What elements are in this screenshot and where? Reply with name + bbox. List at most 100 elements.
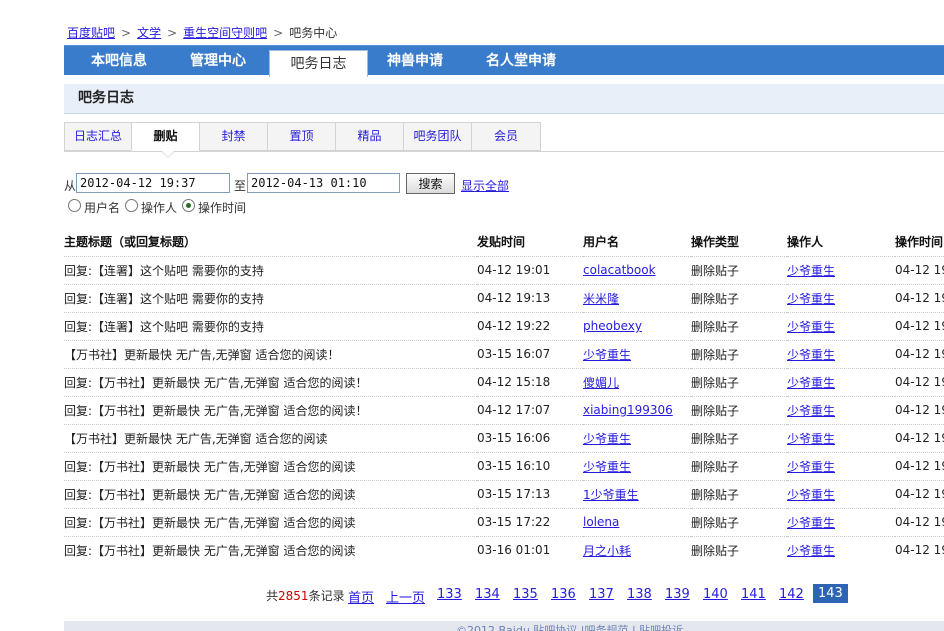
table-body: 回复:【连署】这个贴吧 需要你的支持 04-12 19:01 colacatbook… (64, 255, 944, 564)
page-link[interactable]: 136 (551, 587, 576, 602)
page-link[interactable]: 140 (703, 587, 728, 602)
row-username-link[interactable]: pheobexy (583, 319, 642, 333)
row-operator-link[interactable]: 少爷重生 (787, 488, 835, 502)
row-operation-time: 04-12 19 (895, 255, 944, 284)
row-username-link[interactable]: 米米隆 (583, 292, 619, 306)
row-operation-time: 04-12 19 (895, 367, 944, 396)
row-username-link[interactable]: lolena (583, 515, 619, 529)
row-action-type: 删除贴子 (691, 367, 787, 396)
row-title: 【万书社】更新最快 无广告,无弹窗 适合您的阅读 (64, 423, 477, 452)
row-operator-link[interactable]: 少爷重生 (787, 376, 835, 390)
table-row: 【万书社】更新最快 无广告,无弹窗 适合您的阅读 03-15 16:06 少爷重生删… (64, 423, 944, 452)
breadcrumb-link-literature[interactable]: 文学 (137, 26, 161, 40)
page-link[interactable]: 139 (665, 587, 690, 602)
row-title: 回复:【万书社】更新最快 无广告,无弹窗 适合您的阅读！ (64, 395, 477, 424)
row-username-link[interactable]: colacatbook (583, 263, 656, 277)
row-operation-time: 04-12 19 (895, 311, 944, 340)
row-operator-link[interactable]: 少爷重生 (787, 544, 835, 558)
row-action-type: 删除贴子 (691, 507, 787, 536)
table-row: 回复:【连署】这个贴吧 需要你的支持 04-12 19:01 colacatbook… (64, 255, 944, 284)
row-action-type: 删除贴子 (691, 311, 787, 340)
row-action-type: 删除贴子 (691, 395, 787, 424)
row-operation-time: 04-12 19 (895, 339, 944, 368)
total-records: 共2851条记录 (266, 589, 345, 603)
row-title: 回复:【万书社】更新最快 无广告,无弹窗 适合您的阅读 (64, 451, 477, 480)
header-operator: 操作人 (787, 228, 895, 257)
page-link[interactable]: 137 (589, 587, 614, 602)
subtab-ban[interactable]: 封禁 (199, 122, 268, 151)
row-action-type: 删除贴子 (691, 479, 787, 508)
header-post-time: 发贴时间 (477, 228, 583, 257)
subtab-admin-team[interactable]: 吧务团队 (403, 122, 472, 151)
row-operator-link[interactable]: 少爷重生 (787, 404, 835, 418)
page-link[interactable]: 135 (513, 587, 538, 602)
page-link[interactable]: 133 (437, 587, 462, 602)
row-operator-link[interactable]: 少爷重生 (787, 292, 835, 306)
radio-circle-icon[interactable] (68, 199, 81, 212)
subtab-members[interactable]: 会员 (471, 122, 541, 151)
table-row: 回复:【连署】这个贴吧 需要你的支持 04-12 19:13 米米隆 删除贴子 少爷重生… (64, 283, 944, 312)
radio-checked-icon[interactable] (182, 199, 195, 212)
row-operator-link[interactable]: 少爷重生 (787, 348, 835, 362)
page-link[interactable]: 134 (475, 587, 500, 602)
first-page-link[interactable]: 首页 (348, 587, 374, 606)
from-label: 从 (64, 179, 77, 193)
row-post-time: 03-15 17:13 (477, 479, 583, 508)
row-username-link[interactable]: 月之小耗 (583, 544, 631, 558)
row-operation-time: 04-12 19 (895, 423, 944, 452)
page-link[interactable]: 142 (779, 587, 804, 602)
header-operation-time: 操作时间 (895, 228, 944, 257)
to-label: 至 (234, 179, 247, 193)
breadcrumb-separator: > (121, 26, 132, 40)
row-operation-time: 04-12 19 (895, 479, 944, 508)
row-operator-link[interactable]: 少爷重生 (787, 460, 835, 474)
row-operator-link[interactable]: 少爷重生 (787, 320, 835, 334)
radio-circle-icon[interactable] (125, 199, 138, 212)
row-post-time: 04-12 19:13 (477, 283, 583, 312)
row-username-link[interactable]: 少爷重生 (583, 460, 631, 474)
table-row: 回复:【万书社】更新最快 无广告,无弹窗 适合您的阅读 03-15 17:13 1少… (64, 479, 944, 508)
search-button[interactable]: 搜索 (406, 173, 455, 194)
row-action-type: 删除贴子 (691, 255, 787, 284)
table-row: 【万书社】更新最快 无广告,无弹窗 适合您的阅读！ 03-15 16:07 少爷重生… (64, 339, 944, 368)
tab-admin-log[interactable]: 吧务日志 (269, 50, 368, 77)
breadcrumb-link-forum[interactable]: 重生空间守则吧 (183, 26, 267, 40)
prev-page-link[interactable]: 上一页 (386, 587, 425, 606)
tab-forum-info[interactable]: 本吧信息 (91, 46, 147, 76)
tab-hall-of-fame-apply[interactable]: 名人堂申请 (486, 46, 556, 76)
tab-admin-center[interactable]: 管理中心 (190, 46, 246, 76)
breadcrumb-link-tieba[interactable]: 百度贴吧 (67, 26, 115, 40)
row-title: 回复:【连署】这个贴吧 需要你的支持 (64, 255, 477, 284)
row-action-type: 删除贴子 (691, 535, 787, 564)
breadcrumb-current: 吧务中心 (289, 26, 338, 40)
row-operation-time: 04-12 19 (895, 283, 944, 312)
radio-label: 操作人 (141, 201, 178, 215)
page-link[interactable]: 138 (627, 587, 652, 602)
from-date-input[interactable] (76, 173, 230, 193)
row-action-type: 删除贴子 (691, 451, 787, 480)
row-operator-link[interactable]: 少爷重生 (787, 516, 835, 530)
breadcrumb: 百度贴吧 > 文学 > 重生空间守则吧 > 吧务中心 (67, 24, 337, 41)
row-username-link[interactable]: xiabing199306 (583, 403, 673, 417)
row-username-link[interactable]: 1少爷重生 (583, 488, 639, 502)
row-username-link[interactable]: 傻媚儿 (583, 376, 619, 390)
row-operation-time: 04-12 19 (895, 395, 944, 424)
row-title: 【万书社】更新最快 无广告,无弹窗 适合您的阅读！ (64, 339, 477, 368)
row-username-link[interactable]: 少爷重生 (583, 348, 631, 362)
row-username-link[interactable]: 少爷重生 (583, 432, 631, 446)
row-post-time: 03-15 16:06 (477, 423, 583, 452)
page-link[interactable]: 141 (741, 587, 766, 602)
row-title: 回复:【万书社】更新最快 无广告,无弹窗 适合您的阅读 (64, 507, 477, 536)
table-row: 回复:【万书社】更新最快 无广告,无弹窗 适合您的阅读 03-15 16:10 少爷… (64, 451, 944, 480)
row-operator-link[interactable]: 少爷重生 (787, 264, 835, 278)
row-operator-link[interactable]: 少爷重生 (787, 432, 835, 446)
header-title: 主题标题（或回复标题） (64, 228, 477, 257)
subtab-featured[interactable]: 精品 (335, 122, 404, 151)
show-all-link[interactable]: 显示全部 (461, 177, 509, 194)
subtab-log-summary[interactable]: 日志汇总 (64, 122, 132, 151)
subtab-pin[interactable]: 置顶 (267, 122, 336, 151)
subtab-delete-posts[interactable]: 删贴 (131, 122, 200, 151)
to-date-input[interactable] (247, 173, 400, 193)
tab-beast-apply[interactable]: 神兽申请 (387, 46, 443, 76)
row-title: 回复:【万书社】更新最快 无广告,无弹窗 适合您的阅读 (64, 479, 477, 508)
